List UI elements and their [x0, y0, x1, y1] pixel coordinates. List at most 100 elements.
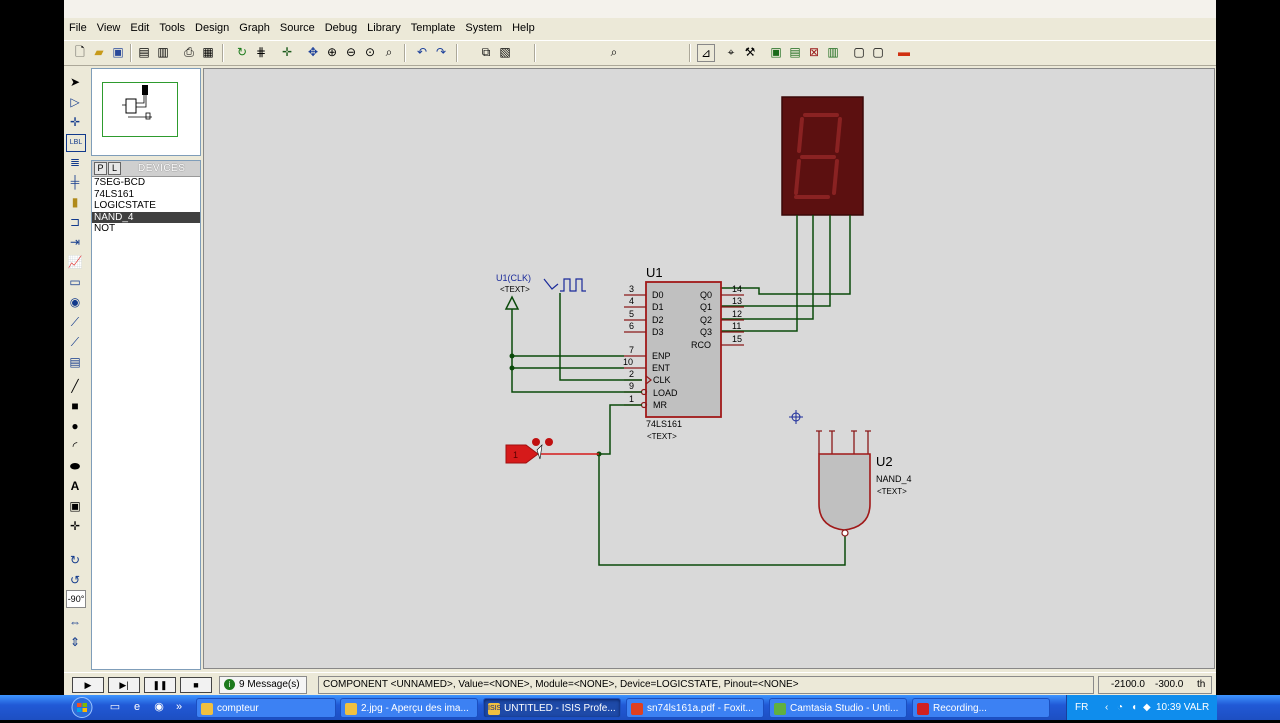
- block-copy-icon[interactable]: ▣: [768, 44, 784, 60]
- device-item[interactable]: 7SEG-BCD: [92, 177, 200, 189]
- language-indicator[interactable]: FR: [1075, 695, 1088, 720]
- pick-from-library-button[interactable]: P: [94, 162, 107, 175]
- taskbar-item-recording[interactable]: Recording...: [912, 698, 1050, 718]
- block-rotate-icon[interactable]: ⊠: [806, 44, 822, 60]
- device-item-selected[interactable]: NAND_4: [92, 211, 200, 223]
- mirror-horizontal-icon[interactable]: ⇔: [66, 614, 84, 630]
- print-area-icon[interactable]: ▦: [200, 44, 216, 60]
- import-icon[interactable]: ▤: [136, 44, 152, 60]
- print-icon[interactable]: ⎙: [181, 44, 197, 60]
- menu-edit[interactable]: Edit: [125, 19, 154, 37]
- menu-view[interactable]: View: [92, 19, 126, 37]
- tape-recorder-icon[interactable]: ▭: [66, 274, 84, 290]
- menu-library[interactable]: Library: [362, 19, 406, 37]
- wire-autorouter-icon[interactable]: ⊿: [697, 44, 715, 62]
- new-file-icon[interactable]: 🗋: [72, 44, 88, 60]
- line-2d-icon[interactable]: ╱: [66, 378, 84, 394]
- library-manager-button[interactable]: L: [108, 162, 121, 175]
- symbol-2d-icon[interactable]: ▣: [66, 498, 84, 514]
- graph-icon[interactable]: 📈: [66, 254, 84, 270]
- taskbar-item-image-viewer[interactable]: 2.jpg - Aperçu des ima...: [340, 698, 478, 718]
- current-probe-icon[interactable]: ⟋: [66, 334, 84, 350]
- circle-2d-icon[interactable]: ●: [66, 418, 84, 434]
- play-icon[interactable]: ▶: [72, 677, 104, 693]
- show-desktop-icon[interactable]: ▭: [108, 700, 122, 714]
- taskbar-item-isis[interactable]: ISIS UNTITLED - ISIS Profe...: [483, 698, 621, 718]
- open-folder-icon[interactable]: ▰: [91, 44, 107, 60]
- paste-icon[interactable]: ▧: [497, 44, 513, 60]
- security-icon[interactable]: ◆: [1143, 695, 1151, 720]
- step-icon[interactable]: ▶|: [108, 677, 140, 693]
- menu-help[interactable]: Help: [507, 19, 540, 37]
- quick-launch-expand-icon[interactable]: »: [172, 700, 186, 714]
- export-icon[interactable]: ▥: [155, 44, 171, 60]
- network-icon[interactable]: ◔: [1117, 695, 1123, 720]
- marker-2d-icon[interactable]: ✛: [66, 518, 84, 534]
- component-mode-icon[interactable]: ▷: [66, 94, 84, 110]
- junction-dot-icon[interactable]: ✛: [66, 114, 84, 130]
- pause-icon[interactable]: ❚❚: [144, 677, 176, 693]
- pan-icon[interactable]: ✥: [305, 44, 321, 60]
- u2-nand-gate[interactable]: [818, 453, 871, 531]
- make-device-icon[interactable]: ▢: [870, 44, 886, 60]
- property-tool-icon[interactable]: ⚒: [742, 44, 758, 60]
- menu-tools[interactable]: Tools: [154, 19, 190, 37]
- messages-indicator[interactable]: i 9 Message(s): [219, 676, 307, 694]
- logicstate-source[interactable]: 1: [505, 438, 553, 464]
- schematic-canvas[interactable]: U1 3 4 5 6 7 10 2 9 1 D0 D1 D2 D3 ENP EN…: [203, 68, 1215, 669]
- origin-icon[interactable]: ✛: [279, 44, 295, 60]
- redo-icon[interactable]: ↷: [433, 44, 449, 60]
- block-delete-icon[interactable]: ▥: [825, 44, 841, 60]
- taskbar-item-camtasia[interactable]: Camtasia Studio - Unti...: [769, 698, 907, 718]
- rotate-clockwise-icon[interactable]: ↻: [66, 552, 84, 568]
- menu-design[interactable]: Design: [190, 19, 234, 37]
- copy-icon[interactable]: ⧉: [478, 44, 494, 60]
- text-2d-icon[interactable]: A: [66, 478, 84, 494]
- block-move-icon[interactable]: ▤: [787, 44, 803, 60]
- buses-icon[interactable]: ╪: [66, 174, 84, 190]
- overview-window[interactable]: [91, 68, 201, 156]
- internet-explorer-icon[interactable]: e: [130, 700, 144, 714]
- rotate-anticlockwise-icon[interactable]: ↺: [66, 572, 84, 588]
- voltage-probe-icon[interactable]: ⟋: [66, 314, 84, 330]
- path-2d-icon[interactable]: ⬬: [66, 458, 84, 474]
- taskbar-item-foxit[interactable]: sn74ls161a.pdf - Foxit...: [626, 698, 764, 718]
- grid-icon[interactable]: ⋕: [253, 44, 269, 60]
- save-icon[interactable]: ▣: [110, 44, 126, 60]
- generator-icon[interactable]: ◉: [66, 294, 84, 310]
- netlist-icon[interactable]: ▬: [896, 44, 912, 60]
- pick-device-icon[interactable]: ▢: [851, 44, 867, 60]
- menu-template[interactable]: Template: [406, 19, 461, 37]
- seven-segment-display[interactable]: [781, 96, 864, 216]
- zoom-in-icon[interactable]: ⊕: [324, 44, 340, 60]
- device-item[interactable]: NOT: [92, 223, 200, 235]
- redraw-icon[interactable]: ↻: [234, 44, 250, 60]
- reset-wires[interactable]: [598, 404, 846, 566]
- box-2d-icon[interactable]: ■: [66, 398, 84, 414]
- search-tag-icon[interactable]: ⌖: [723, 44, 739, 60]
- zoom-all-icon[interactable]: ⊙: [362, 44, 378, 60]
- zoom-area-icon[interactable]: ⌕: [381, 44, 397, 60]
- text-script-icon[interactable]: ≣: [66, 154, 84, 170]
- stop-icon[interactable]: ■: [180, 677, 212, 693]
- virtual-instruments-icon[interactable]: ▤: [66, 354, 84, 370]
- search-icon[interactable]: ⌕: [606, 44, 622, 60]
- device-item[interactable]: LOGICSTATE: [92, 200, 200, 212]
- device-item[interactable]: 74LS161: [92, 189, 200, 201]
- selection-mode-icon[interactable]: ➤: [66, 74, 84, 90]
- volume-icon[interactable]: ◖: [1131, 695, 1137, 720]
- tray-expand-icon[interactable]: ‹: [1105, 695, 1108, 720]
- subcircuit-icon[interactable]: ▮: [66, 194, 84, 210]
- start-button[interactable]: [64, 695, 100, 720]
- zoom-out-icon[interactable]: ⊖: [343, 44, 359, 60]
- rotation-angle-field[interactable]: -90°: [66, 590, 86, 608]
- wire-label-icon[interactable]: LBL: [66, 134, 86, 152]
- media-player-icon[interactable]: ◉: [152, 700, 166, 714]
- menu-system[interactable]: System: [460, 19, 507, 37]
- schematic-drawing[interactable]: U1 3 4 5 6 7 10 2 9 1 D0 D1 D2 D3 ENP EN…: [204, 69, 1214, 668]
- device-pins-icon[interactable]: ⇥: [66, 234, 84, 250]
- menu-debug[interactable]: Debug: [320, 19, 362, 37]
- control-wires[interactable]: [504, 293, 642, 393]
- clock-generator-symbol[interactable]: [543, 278, 586, 292]
- taskbar-item-compteur[interactable]: compteur: [196, 698, 336, 718]
